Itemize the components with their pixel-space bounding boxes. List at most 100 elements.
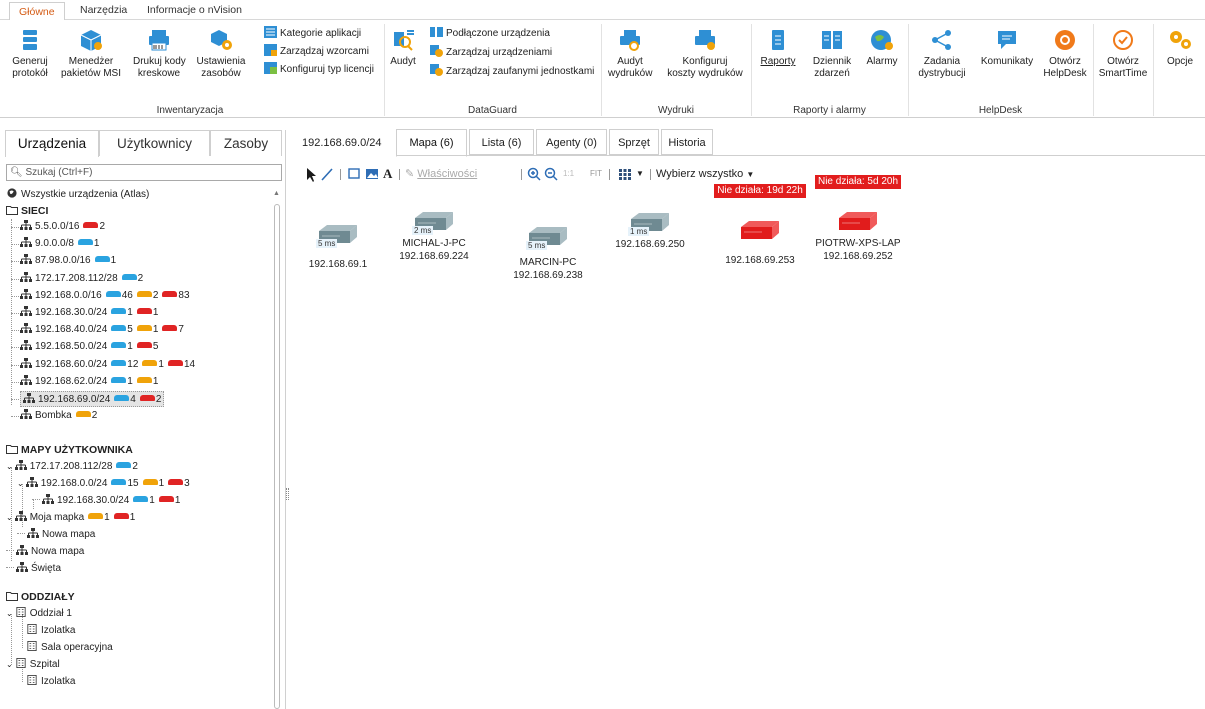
status-count: 1 [93, 238, 100, 250]
zoom-in-icon[interactable] [527, 164, 541, 184]
audyt-button[interactable]: Audyt [388, 28, 418, 68]
tree-item-branch[interactable]: ⌄ Oddział 1 [6, 606, 72, 622]
raporty-label: Raporty [760, 56, 796, 67]
layout-dropdown-icon[interactable]: ▼ [636, 164, 644, 184]
otworz-helpdesk-button[interactable]: Otwórz HelpDesk [1040, 28, 1090, 80]
komunikaty-button[interactable]: Komunikaty [978, 28, 1036, 68]
chevron-down-icon[interactable]: ⌄ [17, 479, 24, 488]
panel-splitter[interactable] [286, 488, 289, 500]
podlaczone-urzadzenia-button[interactable]: Podłączone urządzenia [430, 26, 550, 42]
ustawienia-label: Ustawienia zasobów [196, 56, 246, 79]
tree-item-network[interactable]: Bombka 2 [20, 408, 97, 424]
konfiguruj-licencje-button[interactable]: Konfiguruj typ licencji [264, 62, 374, 78]
tab-historia[interactable]: Historia [661, 129, 713, 155]
dziennik-zdarzen-button[interactable]: Dziennik zdarzeń [808, 28, 856, 80]
properties-button[interactable]: ✎ Właściwości [405, 164, 477, 184]
chevron-down-icon[interactable]: ⌄ [6, 462, 13, 471]
tab-uzytkownicy[interactable]: Użytkownicy [99, 130, 210, 156]
zarzadzaj-urz-label: Zarządzaj urządzeniami [446, 47, 553, 58]
chevron-down-icon[interactable]: ⌄ [6, 513, 13, 522]
scroll-up-arrow[interactable]: ▲ [273, 190, 280, 197]
tree-item-network[interactable]: 192.168.30.0/24 1 1 [20, 305, 158, 321]
tab-zasoby[interactable]: Zasoby [210, 130, 282, 156]
line-tool-icon[interactable] [320, 164, 334, 184]
zoom-out-icon[interactable] [544, 164, 558, 184]
tab-agenty[interactable]: Agenty (0) [536, 129, 607, 155]
tree-item-network[interactable]: 172.17.208.112/28 2 [20, 271, 143, 287]
network-name: 9.0.0.0/8 [35, 238, 74, 250]
audyt-wydrukow-button[interactable]: Audyt wydruków [608, 28, 652, 80]
tree-item-network[interactable]: 5.5.0.0/16 2 [20, 219, 105, 235]
folder-icon [6, 592, 18, 601]
device-node[interactable]: 1 ms 192.168.69.250 [590, 210, 710, 251]
grid-layout-icon[interactable] [617, 164, 633, 184]
opcje-button[interactable]: Opcje [1160, 28, 1200, 68]
tree-section-oddzialy[interactable]: ODDZIAŁY [6, 589, 75, 605]
ribbon-tab-glowne[interactable]: Główne [9, 2, 65, 21]
status-pill-o [142, 479, 158, 485]
tree-item-branch[interactable]: Izolatka [26, 623, 75, 639]
ribbon-tab-narzedzia[interactable]: Narzędzia [71, 1, 136, 20]
raporty-button[interactable]: Raporty [760, 28, 796, 68]
text-tool-icon[interactable]: A [383, 164, 392, 184]
ribbon-separator [601, 24, 602, 116]
chevron-down-icon[interactable]: ⌄ [6, 609, 13, 618]
tree-section-mapy[interactable]: MAPY UŻYTKOWNIKA [6, 442, 133, 458]
device-node[interactable]: 2 ms MICHAL-J-PC 192.168.69.224 [374, 209, 494, 263]
komunikaty-label: Komunikaty [980, 56, 1034, 67]
tree-section-sieci[interactable]: SIECI [6, 203, 48, 219]
tab-sprzet[interactable]: Sprzęt [609, 129, 659, 155]
otworz-smarttime-button[interactable]: Otwórz SmartTime [1096, 28, 1150, 80]
tree-item-network[interactable]: 192.168.50.0/24 1 5 [20, 339, 158, 355]
tab-lista[interactable]: Lista (6) [469, 129, 534, 155]
tree-item-network[interactable]: 9.0.0.0/8 1 [20, 236, 99, 252]
tree-item-branch[interactable]: Sala operacyjna [26, 640, 113, 656]
pointer-icon[interactable] [305, 164, 317, 184]
kategorie-aplikacji-button[interactable]: Kategorie aplikacji [264, 26, 361, 42]
zarzadzaj-urzadzeniami-button[interactable]: Zarządzaj urządzeniami [430, 45, 552, 61]
group-wydruki-label: Wydruki [657, 105, 695, 116]
tree-item-network[interactable]: 192.168.60.0/24 12 1 14 [20, 357, 195, 373]
tree-item-map[interactable]: 192.168.30.0/24 1 1 [32, 493, 180, 509]
branch-name: Oddział 1 [29, 608, 72, 619]
fit-button[interactable]: FIT [590, 164, 602, 184]
tree-item-network[interactable]: 192.168.62.0/24 1 1 [20, 374, 158, 390]
tree-item-map[interactable]: Nowa mapa [17, 527, 95, 543]
tab-mapa[interactable]: Mapa (6) [396, 129, 467, 157]
select-all-dropdown[interactable]: Wybierz wszystko ▼ [656, 164, 754, 184]
tree-item-map[interactable]: Święta [6, 561, 61, 577]
tree-item-network[interactable]: 192.168.40.0/24 5 1 7 [20, 322, 184, 338]
search-input[interactable]: 🔍︎ Szukaj (Ctrl+F) [6, 164, 282, 181]
image-tool-icon[interactable] [365, 164, 379, 184]
status-count: 4 [130, 394, 136, 405]
ribbon-tab-informacje[interactable]: Informacje o nVision [138, 1, 251, 20]
tree-item-map[interactable]: ⌄ 192.168.0.0/24 15 1 3 [17, 476, 190, 492]
zadania-dystrybucji-button[interactable]: Zadania dystrybucji [915, 28, 969, 80]
zarzadzaj-wzorcami-button[interactable]: Zarządzaj wzorcami [264, 44, 369, 60]
ustawienia-zasobow-button[interactable]: Ustawienia zasobów [196, 28, 246, 80]
tree-connector [11, 330, 19, 332]
chevron-down-icon[interactable]: ⌄ [6, 660, 13, 669]
status-count: 2 [152, 289, 159, 301]
generuj-protokol-button[interactable]: Generuj protokół [10, 28, 50, 80]
status-pill-b [111, 308, 127, 314]
tree-item-all-devices[interactable]: Wszystkie urządzenia (Atlas) [6, 187, 149, 203]
tree-item-map[interactable]: Nowa mapa [6, 544, 84, 560]
tab-urzadzenia[interactable]: Urządzenia [5, 130, 99, 157]
rectangle-tool-icon[interactable] [347, 164, 361, 184]
scroll-thumb[interactable] [274, 204, 280, 709]
tree-item-network[interactable]: 87.98.0.0/16 1 [20, 253, 116, 269]
tree-item-branch[interactable]: Izolatka [26, 674, 75, 690]
alarmy-button[interactable]: Alarmy [864, 28, 900, 68]
menedzer-msi-button[interactable]: Menedżer pakietów MSI [60, 28, 122, 80]
drukuj-kody-button[interactable]: Drukuj kody kreskowe [133, 28, 186, 80]
tree-item-branch[interactable]: ⌄ Szpital [6, 657, 60, 673]
tree-item-network[interactable]: 192.168.0.0/16 46 2 83 [20, 288, 190, 304]
tree-item-map[interactable]: ⌄ Moja mapka 1 1 [6, 510, 135, 526]
tree-item-network[interactable]: 192.168.69.0/24 4 2 [20, 391, 165, 407]
zaufane-jednostki-button[interactable]: Zarządzaj zaufanymi jednostkami [430, 64, 594, 80]
actual-size-icon[interactable]: 1:1 [563, 164, 574, 184]
tree-item-map[interactable]: ⌄ 172.17.208.112/28 2 [6, 459, 138, 475]
konfiguruj-koszty-button[interactable]: Konfiguruj koszty wydruków [665, 28, 745, 80]
device-node[interactable]: Nie działa: 5d 20h PIOTRW-XPS-LAP 192.168.… [798, 175, 918, 263]
